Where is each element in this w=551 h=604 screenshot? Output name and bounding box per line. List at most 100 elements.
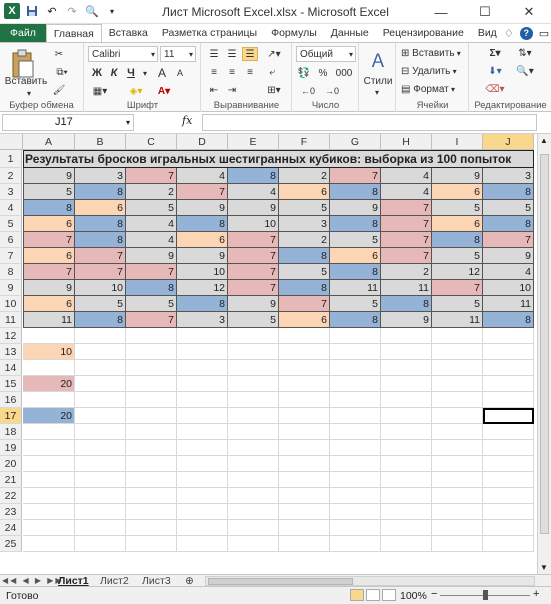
cell[interactable]: 8 [177, 216, 228, 232]
font-name-select[interactable]: Calibri ▾ [88, 46, 158, 62]
tab-1[interactable]: Главная [45, 24, 102, 42]
cell[interactable] [75, 424, 126, 440]
styles-dropdown-icon[interactable]: ▾ [372, 87, 382, 97]
row-header[interactable]: 18 [0, 424, 22, 440]
cell[interactable] [381, 344, 432, 360]
cell[interactable] [23, 440, 75, 456]
cell[interactable] [279, 376, 330, 392]
cell[interactable] [23, 520, 75, 536]
row-header[interactable]: 21 [0, 472, 22, 488]
page-layout-view-icon[interactable] [366, 589, 380, 601]
cut-icon[interactable]: ✂ [52, 47, 66, 61]
cell[interactable]: 8 [23, 200, 75, 216]
cell[interactable] [75, 328, 126, 344]
page-break-view-icon[interactable] [382, 589, 396, 601]
cell[interactable]: 10 [23, 344, 75, 360]
row-header[interactable]: 22 [0, 488, 22, 504]
cell[interactable] [381, 440, 432, 456]
cell[interactable] [483, 504, 534, 520]
cell[interactable]: 5 [330, 232, 381, 248]
cell[interactable] [330, 408, 381, 424]
maximize-button[interactable]: ☐ [463, 0, 507, 24]
cell[interactable] [483, 360, 534, 376]
cell[interactable]: 2 [381, 264, 432, 280]
cell[interactable] [279, 488, 330, 504]
cell[interactable]: 11 [23, 312, 75, 328]
cell[interactable]: 9 [483, 248, 534, 264]
number-format-select[interactable]: Общий ▾ [296, 46, 356, 62]
cell[interactable]: 7 [228, 248, 279, 264]
cell[interactable]: 5 [279, 200, 330, 216]
cell[interactable]: 6 [23, 296, 75, 312]
cell[interactable]: 9 [177, 200, 228, 216]
cell[interactable] [330, 488, 381, 504]
font-size-select[interactable]: 11 ▾ [160, 46, 196, 62]
cell[interactable]: 2 [126, 184, 177, 200]
styles-icon[interactable]: Ａ [364, 47, 392, 73]
clear-icon[interactable]: ⌫▾ [484, 82, 506, 96]
cell[interactable]: 3 [177, 312, 228, 328]
cell[interactable] [75, 360, 126, 376]
cell[interactable]: 6 [23, 216, 75, 232]
cell[interactable]: 5 [228, 312, 279, 328]
cell[interactable] [330, 456, 381, 472]
cell[interactable] [381, 408, 432, 424]
row-header[interactable]: 1 [0, 150, 22, 168]
cell[interactable]: 3 [483, 168, 534, 184]
format-painter-icon[interactable]: 🖌 [52, 83, 66, 97]
cell[interactable]: 5 [432, 296, 483, 312]
cell[interactable] [126, 456, 177, 472]
cell[interactable] [228, 536, 279, 552]
vertical-scroll-thumb[interactable] [540, 154, 549, 534]
cell[interactable]: 7 [381, 232, 432, 248]
currency-icon[interactable]: 💱 [295, 66, 313, 80]
cell[interactable]: 5 [432, 200, 483, 216]
cell[interactable] [330, 328, 381, 344]
tab-4[interactable]: Формулы [264, 24, 324, 42]
cell[interactable] [279, 360, 330, 376]
cell[interactable] [228, 456, 279, 472]
scroll-up-icon[interactable]: ▲ [540, 136, 548, 145]
cell[interactable] [432, 392, 483, 408]
cell[interactable] [432, 456, 483, 472]
cell[interactable] [381, 424, 432, 440]
wrap-text-icon[interactable]: ⤶ [264, 65, 280, 79]
cell[interactable] [381, 488, 432, 504]
cell[interactable]: 12 [177, 280, 228, 296]
close-button[interactable]: ✕ [507, 0, 551, 24]
cell[interactable] [177, 520, 228, 536]
cell[interactable] [177, 536, 228, 552]
cell[interactable]: 8 [330, 184, 381, 200]
cell[interactable] [483, 392, 534, 408]
column-header-E[interactable]: E [228, 134, 279, 150]
cell[interactable] [177, 456, 228, 472]
cell[interactable] [432, 472, 483, 488]
cell[interactable] [381, 456, 432, 472]
cell[interactable]: 8 [279, 248, 330, 264]
cell[interactable]: 7 [75, 248, 126, 264]
cell[interactable] [330, 360, 381, 376]
cell[interactable]: 7 [177, 184, 228, 200]
cell[interactable] [126, 504, 177, 520]
cell[interactable]: 7 [432, 280, 483, 296]
cell[interactable]: 5 [279, 264, 330, 280]
cell[interactable]: 7 [126, 264, 177, 280]
cell[interactable]: 8 [483, 216, 534, 232]
cell[interactable]: 7 [23, 232, 75, 248]
underline-button[interactable]: Ч [124, 66, 138, 80]
cell[interactable] [483, 440, 534, 456]
format-cells-button[interactable]: ▤ Формат ▾ [401, 82, 467, 96]
cell[interactable] [228, 472, 279, 488]
cell[interactable] [279, 472, 330, 488]
cell[interactable] [432, 424, 483, 440]
borders-icon[interactable]: ▦▾ [90, 84, 110, 98]
column-header-C[interactable]: C [126, 134, 177, 150]
align-middle-icon[interactable]: ☰ [224, 47, 240, 61]
cell[interactable]: 8 [75, 312, 126, 328]
cell[interactable] [279, 328, 330, 344]
cell[interactable]: 5 [432, 248, 483, 264]
bold-button[interactable]: Ж [90, 66, 104, 80]
cell[interactable] [126, 472, 177, 488]
zoom-in-icon[interactable]: + [533, 588, 539, 600]
cell[interactable]: 10 [228, 216, 279, 232]
